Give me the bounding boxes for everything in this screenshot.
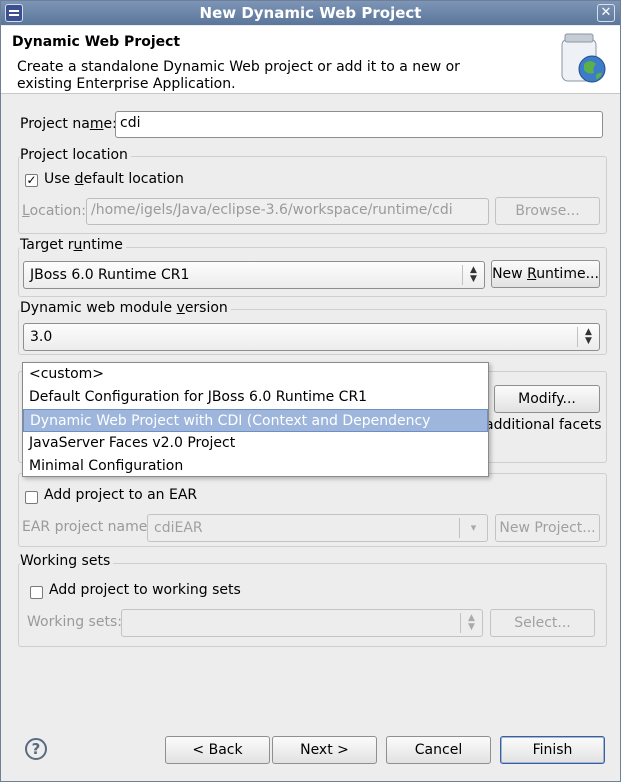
configuration-dropdown-list[interactable]: <custom> Default Configuration for JBoss… <box>22 362 489 477</box>
project-name-label: Project name: <box>20 116 117 132</box>
new-project-button[interactable]: New Project... <box>495 514 600 542</box>
modify-button[interactable]: Modify... <box>494 385 600 413</box>
finish-button[interactable]: Finish <box>500 736 605 764</box>
target-runtime-group-label: Target runtime <box>20 237 126 253</box>
new-runtime-button[interactable]: New Runtime... <box>491 260 600 288</box>
wizard-header: Dynamic Web Project Create a standalone … <box>1 26 620 94</box>
use-default-location-label: Use default location <box>44 171 184 187</box>
use-default-location-checkbox[interactable]: ✓ <box>25 174 38 187</box>
page-title: Dynamic Web Project <box>12 34 181 50</box>
project-location-group-label: Project location <box>20 147 131 163</box>
project-name-value: cdi <box>120 115 141 131</box>
page-description: Create a standalone Dynamic Web project … <box>17 59 460 92</box>
browse-button[interactable]: Browse... <box>495 197 600 225</box>
ear-project-name-value: cdiEAR <box>154 520 203 536</box>
add-to-ear-label: Add project to an EAR <box>44 487 198 503</box>
add-to-working-sets-label: Add project to working sets <box>49 582 241 598</box>
configuration-hint-text: additional facets <box>485 417 602 433</box>
close-icon[interactable]: ✕ <box>597 4 615 22</box>
dialog-window: New Dynamic Web Project ✕ Dynamic Web Pr… <box>0 0 621 782</box>
module-version-group-label: Dynamic web module version <box>20 300 231 316</box>
working-sets-select[interactable]: ▲ ▼ <box>121 609 483 637</box>
dropdown-option[interactable]: JavaServer Faces v2.0 Project <box>23 432 488 455</box>
add-to-ear-checkbox[interactable] <box>25 491 38 504</box>
dropdown-option[interactable]: Minimal Configuration <box>23 455 488 478</box>
select-working-sets-button[interactable]: Select... <box>490 609 595 637</box>
project-name-input[interactable]: cdi <box>115 111 603 138</box>
next-button[interactable]: Next > <box>272 736 377 764</box>
working-sets-label: Working sets: <box>27 614 122 630</box>
cancel-button[interactable]: Cancel <box>386 736 491 764</box>
select-spinner-icon: ▲ ▼ <box>577 327 599 347</box>
title-bar[interactable]: New Dynamic Web Project ✕ <box>1 1 620 25</box>
module-version-value: 3.0 <box>30 329 53 345</box>
web-project-jar-icon <box>561 33 606 83</box>
dropdown-option[interactable]: Default Configuration for JBoss 6.0 Runt… <box>23 386 488 409</box>
working-sets-group-label: Working sets <box>20 553 114 569</box>
ear-project-name-select[interactable]: cdiEAR ▾ <box>147 514 488 542</box>
chevron-down-icon: ▾ <box>459 518 487 538</box>
add-to-working-sets-checkbox[interactable] <box>30 586 43 599</box>
dropdown-option[interactable]: <custom> <box>23 363 488 386</box>
location-input[interactable]: /home/igels/Java/eclipse-3.6/workspace/r… <box>86 198 489 225</box>
dropdown-option-selected[interactable]: Dynamic Web Project with CDI (Context an… <box>23 409 488 451</box>
location-value: /home/igels/Java/eclipse-3.6/workspace/r… <box>91 202 453 218</box>
module-version-select[interactable]: 3.0 ▲ ▼ <box>23 323 600 351</box>
select-spinner-icon: ▲ ▼ <box>460 613 482 633</box>
target-runtime-value: JBoss 6.0 Runtime CR1 <box>30 267 190 283</box>
back-button[interactable]: < Back <box>165 736 270 764</box>
ear-project-name-label: EAR project name: <box>22 519 153 535</box>
location-label: Location: <box>22 203 86 219</box>
help-icon[interactable]: ? <box>25 738 47 760</box>
target-runtime-select[interactable]: JBoss 6.0 Runtime CR1 ▲ ▼ <box>23 261 485 289</box>
window-title: New Dynamic Web Project <box>199 4 422 22</box>
select-spinner-icon: ▲ ▼ <box>462 265 484 285</box>
